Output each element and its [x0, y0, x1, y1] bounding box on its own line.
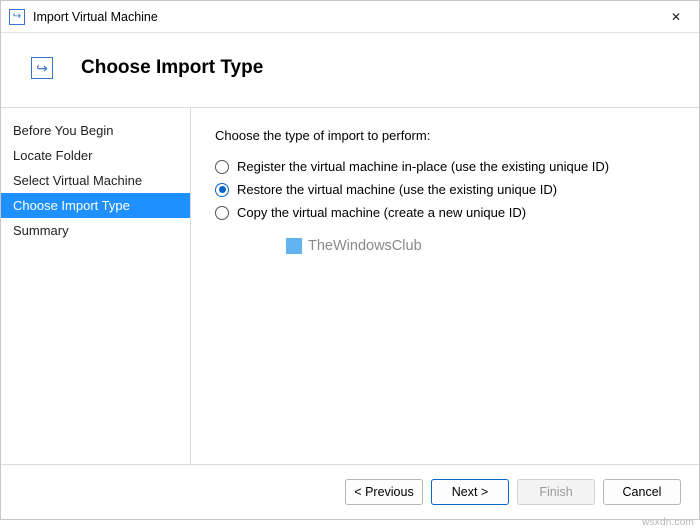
watermark-text: TheWindowsClub [308, 238, 422, 254]
previous-button[interactable]: < Previous [345, 479, 423, 505]
watermark: TheWindowsClub [286, 238, 422, 254]
option-label: Copy the virtual machine (create a new u… [237, 205, 526, 220]
close-button[interactable]: ✕ [653, 1, 699, 33]
radio-icon[interactable] [215, 160, 229, 174]
cancel-button[interactable]: Cancel [603, 479, 681, 505]
wizard-content: Choose the type of import to perform: Re… [191, 108, 699, 464]
next-button[interactable]: Next > [431, 479, 509, 505]
step-before-you-begin[interactable]: Before You Begin [1, 118, 190, 143]
titlebar: ↪ Import Virtual Machine ✕ [1, 1, 699, 33]
content-prompt: Choose the type of import to perform: [215, 128, 675, 143]
step-select-virtual-machine[interactable]: Select Virtual Machine [1, 168, 190, 193]
option-label: Restore the virtual machine (use the exi… [237, 182, 557, 197]
wizard-steps-sidebar: Before You Begin Locate Folder Select Vi… [1, 108, 191, 464]
wizard-body: Before You Begin Locate Folder Select Vi… [1, 108, 699, 464]
import-option-restore[interactable]: Restore the virtual machine (use the exi… [215, 180, 675, 199]
finish-button: Finish [517, 479, 595, 505]
step-choose-import-type[interactable]: Choose Import Type [1, 193, 190, 218]
wizard-header: ↪ Choose Import Type [1, 33, 699, 108]
import-option-register[interactable]: Register the virtual machine in-place (u… [215, 157, 675, 176]
radio-icon[interactable] [215, 206, 229, 220]
image-credit: wsxdn.com [642, 517, 694, 528]
import-option-copy[interactable]: Copy the virtual machine (create a new u… [215, 203, 675, 222]
step-locate-folder[interactable]: Locate Folder [1, 143, 190, 168]
window-title: Import Virtual Machine [33, 10, 158, 24]
wizard-icon: ↪ [31, 57, 53, 79]
option-label: Register the virtual machine in-place (u… [237, 159, 609, 174]
app-icon: ↪ [9, 9, 25, 25]
radio-icon[interactable] [215, 183, 229, 197]
wizard-footer: < Previous Next > Finish Cancel [1, 464, 699, 519]
page-title: Choose Import Type [81, 57, 263, 79]
watermark-icon [286, 238, 302, 254]
step-summary[interactable]: Summary [1, 218, 190, 243]
dialog-window: ↪ Import Virtual Machine ✕ ↪ Choose Impo… [0, 0, 700, 520]
